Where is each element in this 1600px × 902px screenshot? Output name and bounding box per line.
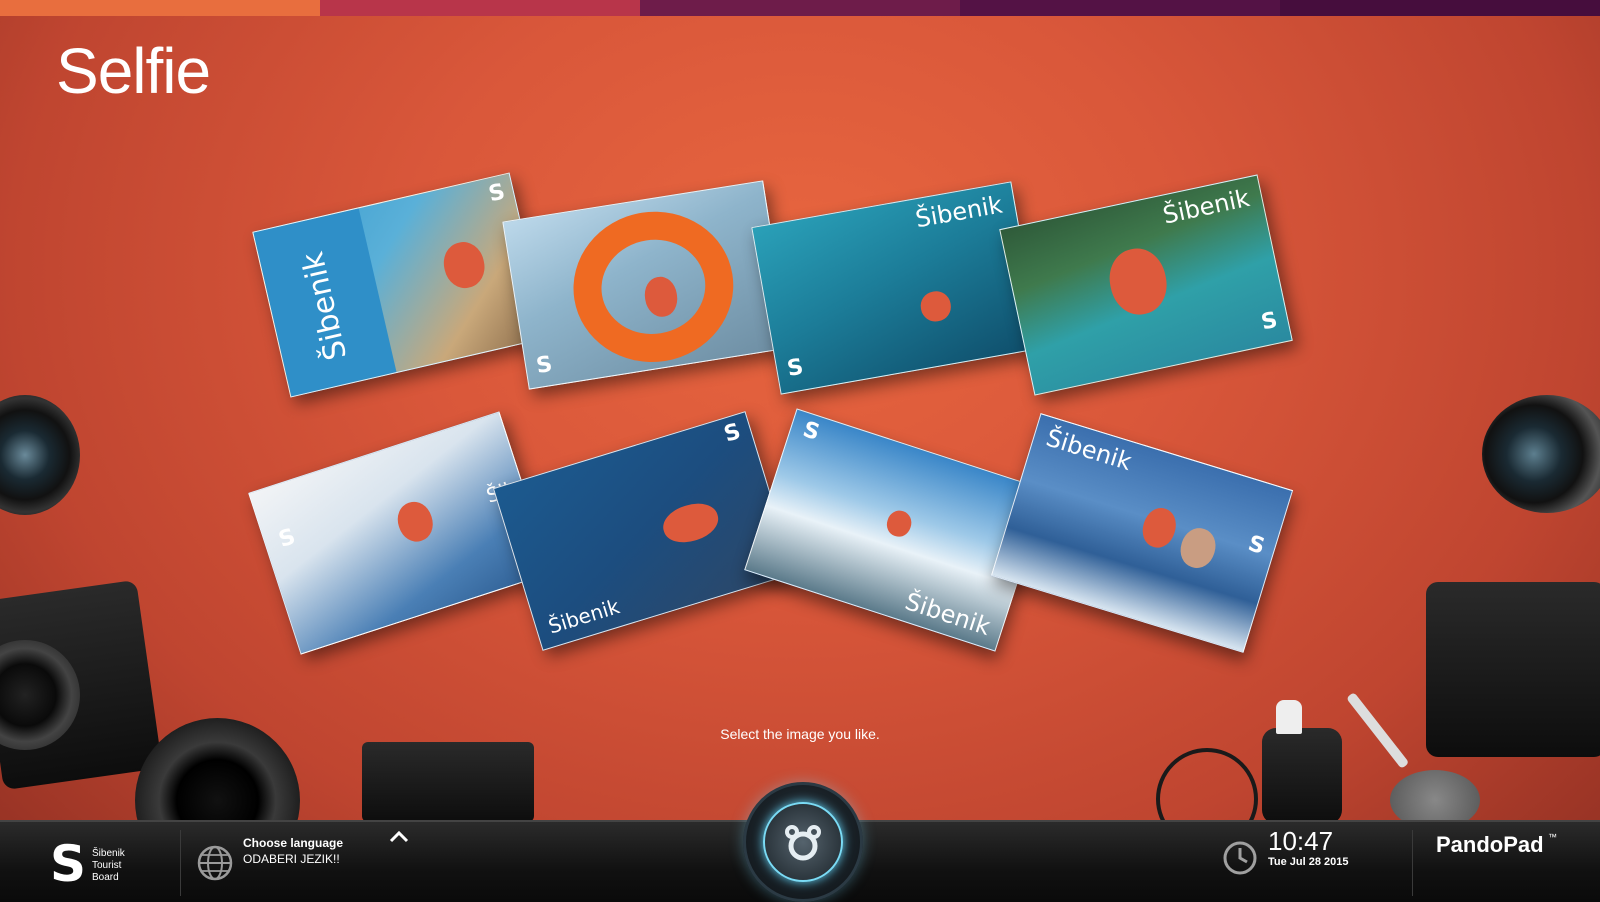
face-cutout [658,497,723,549]
card-brand-label: Šibenik [913,190,1005,234]
card-lifebuoy-girl[interactable]: S [502,180,790,390]
card-logo: S [799,417,823,446]
compact-camera-decoration [362,742,534,822]
tourist-board-logo[interactable]: S Šibenik Tourist Board [50,836,134,894]
card-man-in-water[interactable]: Šibenik S [999,174,1293,396]
page-title: Selfie [56,35,211,107]
face-cutout [1103,243,1173,320]
home-button-inner [763,802,843,882]
brand-tm: ™ [1548,832,1558,842]
card-logo: S [275,524,299,553]
language-title: Choose language [243,836,344,850]
board-line3: Board [92,872,119,883]
pandopad-logo: PandoPad ™ [1436,832,1557,858]
card-brand-label: Šibenik [1042,423,1135,477]
card-logo: S [721,419,744,448]
board-line1: Šibenik [92,848,125,859]
lens-cleaner-bottle [1262,728,1342,824]
brand-label: PandoPad [1436,832,1544,857]
stripe [320,0,640,16]
clock-time: 10:47 [1268,826,1334,856]
stripe [960,0,1280,16]
instruction-text: Select the image you like. [720,726,880,742]
stripe [1280,0,1600,16]
top-color-stripes [0,0,1600,16]
card-brand-label: Šibenik [901,587,994,641]
home-button-icon [785,825,821,861]
card-logo: S [1245,531,1268,560]
card-logo: S [1259,307,1280,336]
clock-icon [1223,841,1257,875]
stripe [640,0,960,16]
card-logo: S [785,354,806,382]
card-couple-boat[interactable]: Šibenik S [990,413,1294,653]
face-cutout [392,497,438,547]
board-line2: Tourist [92,860,122,871]
globe-icon [197,845,233,881]
card-brand-label: Šibenik [545,594,623,639]
lens-decoration-right [1482,395,1600,513]
clock-widget: 10:47 Tue Jul 28 2015 [1222,826,1372,890]
clock-date: Tue Jul 28 2015 [1268,856,1349,868]
card-skydiver[interactable]: Šibenik S [744,408,1048,652]
face-cutout [883,507,915,540]
card-snorkel-girl[interactable]: Šibenik S [252,172,548,398]
face-cutout [1138,504,1181,552]
card-brand-label: Šibenik [1160,183,1253,230]
home-button[interactable] [743,782,863,902]
chevron-up-icon[interactable] [388,830,410,844]
card-logo: S [534,351,555,379]
card-logo: S [486,179,508,208]
language-subtitle: ODABERI JEZIK!! [243,852,340,866]
s-logo-icon: S [50,835,87,893]
face-cutout [918,288,954,324]
stripe [0,0,320,16]
taskbar-divider [1412,830,1413,896]
lens-decoration-left [0,395,80,515]
card-diver-selfie[interactable]: Šibenik S [492,411,796,651]
taskbar-divider [180,830,181,896]
face-cutout [1175,523,1221,573]
card-underwater-swimmer[interactable]: Šibenik S [751,181,1041,395]
face-cutout [439,238,489,292]
